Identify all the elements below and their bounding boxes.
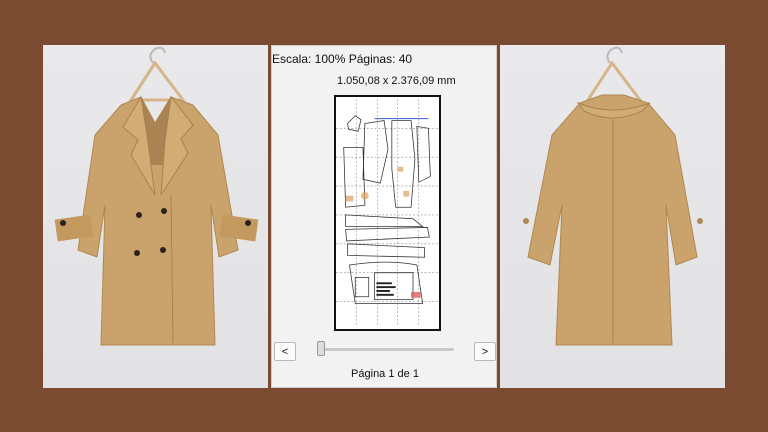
- coat-front-illustration: [54, 46, 259, 346]
- page-slider-track[interactable]: [318, 348, 454, 351]
- page-indicator: Página 1 de 1: [351, 368, 419, 380]
- previous-page-button[interactable]: <: [274, 342, 296, 361]
- sheet-dimensions-text: 1.050,08 x 2.376,09 mm: [337, 75, 456, 87]
- pattern-viewer-panel: Escala: 100% Páginas: 40 1.050,08 x 2.37…: [271, 45, 497, 388]
- scale-pages-text: Escala: 100% Páginas: 40: [272, 52, 413, 66]
- coat-front-photo: [43, 45, 268, 388]
- pattern-sheet-preview[interactable]: [334, 95, 441, 331]
- coat-back-illustration: [523, 46, 703, 346]
- coat-back-photo: [500, 45, 725, 388]
- pattern-pieces-drawing: [336, 99, 439, 327]
- next-page-button[interactable]: >: [474, 342, 496, 361]
- page-slider-thumb[interactable]: [317, 341, 325, 356]
